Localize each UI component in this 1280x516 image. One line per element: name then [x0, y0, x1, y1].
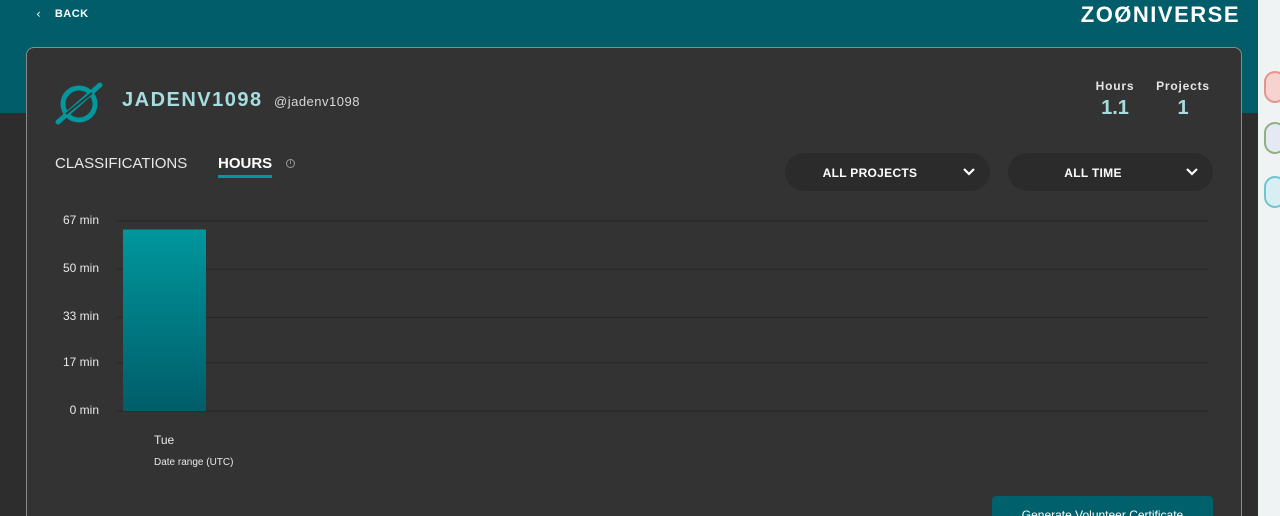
chart-bar[interactable]	[123, 229, 206, 411]
back-label: BACK	[54, 8, 89, 20]
side-panel-shortcut-3[interactable]	[1264, 176, 1280, 208]
chart-y-tick-label: 33 min	[62, 309, 99, 324]
back-link[interactable]: ‹ BACK	[36, 6, 89, 22]
zooniverse-logo[interactable]: ZOØNIVERSE	[1081, 2, 1240, 28]
side-panel-shortcut-1[interactable]	[1264, 71, 1280, 103]
stats-card: JADENV1098 @jadenv1098 Hours 1.1 Project…	[26, 47, 1242, 516]
chart-y-tick-label: 67 min	[62, 213, 99, 227]
chart-y-tick-label: 0 min	[69, 403, 99, 417]
chevron-left-icon: ‹	[36, 7, 41, 21]
chart-x-axis-label: Date range (UTC)	[154, 457, 234, 468]
chart-y-tick-label: 50 min	[62, 261, 99, 276]
generate-certificate-button[interactable]: Generate Volunteer Certificate	[992, 496, 1213, 516]
side-panel-shortcut-2[interactable]	[1264, 122, 1280, 154]
hours-bar-chart	[117, 220, 1209, 412]
chart-y-tick-label: 17 min	[62, 354, 99, 369]
chart-x-tick-label: Tue	[154, 433, 175, 447]
